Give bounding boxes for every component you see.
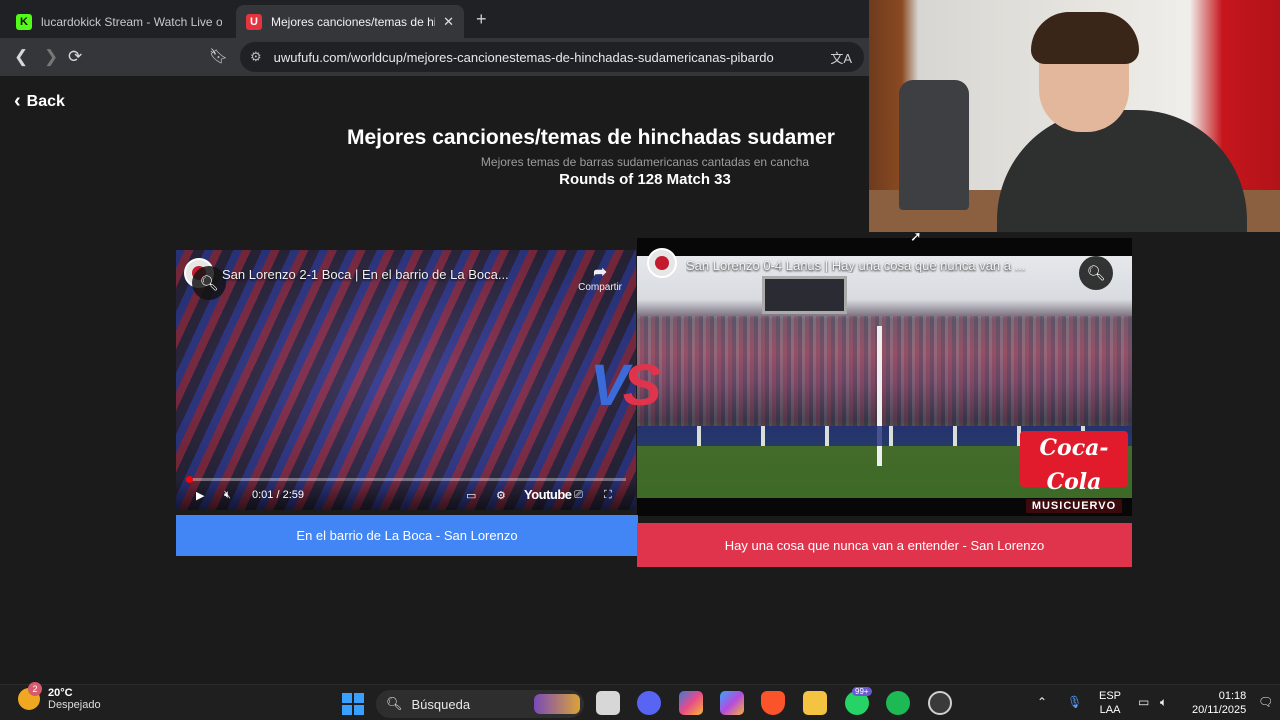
vs-s-letter: S — [622, 353, 662, 418]
uwufufu-logo-icon: U — [246, 13, 262, 30]
brand-text: Coca-Cola — [1039, 435, 1109, 495]
webcam-person-body — [997, 110, 1247, 232]
share-button[interactable]: ➦ Compartir — [578, 262, 622, 293]
scoreboard-screen — [762, 276, 847, 314]
copilot-icon[interactable] — [720, 691, 744, 715]
video-controls: ▶ 🔇︎ 0:01 / 2:59 ▭ ⚙︎ Youtube ⎚ ⛶ — [176, 476, 636, 510]
bookmark-icon[interactable]: 🔖︎ — [209, 47, 228, 65]
moon-weather-icon: 2 — [18, 682, 42, 710]
search-icon: 🔍︎ — [386, 696, 403, 711]
webcam-chair — [899, 80, 969, 210]
page-title: Mejores canciones/temas de hinchadas sud… — [347, 126, 835, 149]
channel-watermark: MUSICUERVO — [1026, 499, 1122, 513]
weather-condition: Despejado — [48, 699, 101, 711]
settings-gear-icon[interactable]: ⚙︎ — [496, 489, 506, 502]
temperature: 20°C — [48, 687, 73, 699]
app-icon[interactable] — [679, 691, 703, 715]
webcam-person-hair — [1031, 12, 1139, 64]
lang-top: ESP — [1099, 690, 1122, 702]
obs-icon[interactable] — [928, 691, 952, 715]
coca-cola-logo: Coca-Cola MUSICUERVO — [1020, 431, 1128, 513]
language-indicator[interactable]: ESP LAA — [1099, 689, 1121, 717]
back-button[interactable]: ‹ Back — [14, 90, 65, 113]
windows-start-icon[interactable] — [342, 693, 364, 715]
weather-badge: 2 — [28, 682, 42, 696]
play-icon[interactable]: ▶ — [196, 489, 204, 502]
notification-icon[interactable]: 🗨︎ — [1258, 695, 1273, 709]
clock-time: 01:18 — [1218, 690, 1247, 702]
video-title: San Lorenzo 0-4 Lanus | Hay una cosa que… — [686, 258, 1026, 273]
address-bar[interactable]: ⚙︎ uwufufu.com/worldcup/mejores-cancione… — [240, 42, 864, 72]
tab-kick-stream[interactable]: K lucardokick Stream - Watch Live on K — [6, 5, 232, 38]
clock-date: 20/11/2025 — [1192, 704, 1247, 716]
vs-v-letter: V — [590, 353, 629, 418]
stadium-thumbnail: Coca-Cola MUSICUERVO — [637, 256, 1132, 513]
search-placeholder: Búsqueda — [411, 696, 471, 712]
screen: K lucardokick Stream - Watch Live on K U… — [0, 0, 1280, 720]
channel-avatar — [647, 248, 677, 278]
windows-taskbar: 2 20°C Despejado 🔍︎ Búsqueda 99+ ⌃ 🎙︎ ES… — [0, 682, 1280, 720]
tab-title: lucardokick Stream - Watch Live on K — [41, 14, 222, 29]
whatsapp-badge: 99+ — [852, 687, 872, 696]
zoom-icon[interactable]: 🔍︎ — [192, 266, 226, 300]
mouse-cursor-icon: ➚ — [910, 228, 922, 244]
share-label: Compartir — [578, 282, 622, 293]
cast-icon[interactable]: ⎚ — [574, 489, 583, 502]
display-icon[interactable]: ▭ — [1138, 695, 1149, 709]
system-clock[interactable]: 01:18 20/11/2025 — [1192, 689, 1246, 717]
chevron-left-icon: ‹ — [14, 90, 21, 112]
webcam-overlay — [869, 0, 1280, 232]
forward-arrow-icon[interactable]: ❯ — [44, 47, 58, 67]
close-tab-icon[interactable]: ✕ — [443, 14, 454, 30]
vs-badge: VS — [590, 353, 662, 418]
url-text: uwufufu.com/worldcup/mejores-cancioneste… — [273, 49, 774, 65]
right-video-player[interactable]: Coca-Cola MUSICUERVO San Lorenzo 0-4 Lanu… — [637, 238, 1132, 516]
spotify-icon[interactable] — [886, 691, 910, 715]
stands — [637, 316, 1132, 426]
mute-icon[interactable]: 🔇︎ — [224, 489, 231, 502]
weather-widget[interactable]: 2 20°C Despejado — [18, 682, 101, 711]
chevron-up-icon[interactable]: ⌃ — [1037, 695, 1047, 709]
progress-bar[interactable] — [186, 476, 626, 483]
site-settings-icon[interactable]: ⚙︎ — [250, 49, 262, 65]
kick-logo-icon: K — [16, 13, 32, 30]
microphone-icon[interactable]: 🎙︎ — [1067, 695, 1082, 709]
back-arrow-icon[interactable]: ❮ — [14, 47, 28, 67]
back-label: Back — [26, 92, 65, 110]
share-icon: ➦ — [593, 264, 607, 281]
file-explorer-icon[interactable] — [803, 691, 827, 715]
captions-icon[interactable]: ▭ — [466, 489, 476, 502]
tab-title: Mejores canciones/temas de hin — [271, 14, 436, 29]
choose-left-button[interactable]: En el barrio de La Boca - San Lorenzo — [176, 515, 638, 556]
time-display: 0:01 / 2:59 — [252, 489, 304, 501]
speaker-icon[interactable]: 🔈︎ — [1160, 695, 1167, 710]
zoom-icon[interactable]: 🔍︎ — [1079, 256, 1113, 290]
discord-icon[interactable] — [637, 691, 661, 715]
video-title: San Lorenzo 2-1 Boca | En el barrio de L… — [222, 267, 509, 282]
choose-right-button[interactable]: Hay una cosa que nunca van a entender - … — [637, 523, 1132, 567]
fullscreen-icon[interactable]: ⛶ — [604, 489, 612, 502]
progress-handle[interactable] — [186, 476, 193, 483]
task-view-icon[interactable] — [596, 691, 620, 715]
search-highlight-image — [534, 694, 580, 714]
youtube-logo[interactable]: Youtube — [524, 487, 572, 502]
left-video-player[interactable]: 🔍︎ San Lorenzo 2-1 Boca | En el barrio d… — [176, 250, 636, 510]
reload-icon[interactable]: ⟳ — [68, 47, 82, 67]
brave-browser-icon[interactable] — [761, 691, 785, 715]
taskbar-search[interactable]: 🔍︎ Búsqueda — [376, 690, 584, 718]
translate-icon[interactable]: 文A — [830, 48, 852, 67]
lang-bottom: LAA — [1099, 704, 1121, 716]
tab-uwufufu[interactable]: U Mejores canciones/temas de hin ✕ — [236, 5, 464, 38]
new-tab-button[interactable]: + — [476, 9, 487, 30]
